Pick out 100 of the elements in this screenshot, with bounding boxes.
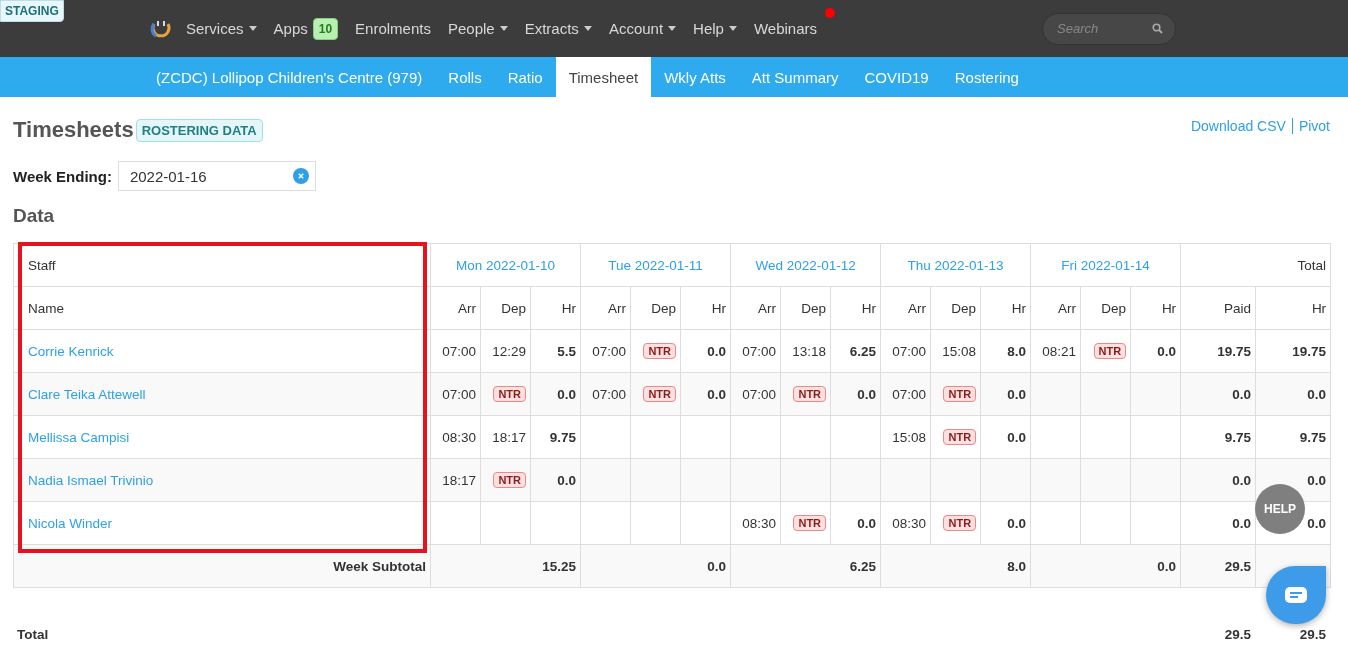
ntr-badge: NTR	[493, 472, 526, 488]
staff-name-link[interactable]: Corrie Kenrick	[28, 343, 114, 359]
ntr-badge: NTR	[1093, 343, 1127, 359]
nav-tab[interactable]: Ratio	[494, 57, 556, 97]
paid-total: 0.0	[1232, 472, 1252, 488]
nav-menu-item[interactable]: Help	[693, 20, 737, 37]
departure-time: 18:17	[492, 429, 526, 445]
column-header: Arr	[458, 300, 476, 316]
column-header: Arr	[908, 300, 927, 316]
field-label: Week Ending:	[13, 167, 112, 185]
nav-tab[interactable]: Att Summary	[738, 57, 852, 97]
subtotal-label: Week Subtotal	[333, 558, 426, 574]
subtotal-value: 0.0	[1157, 558, 1177, 574]
section-heading: Data	[13, 205, 56, 227]
subtotal-value: 6.25	[849, 558, 877, 574]
arrival-time: 07:00	[892, 386, 927, 402]
nav-tab[interactable]: Rostering	[941, 57, 1032, 97]
subtotal-value: 0.0	[707, 558, 727, 574]
hours-value: 5.5	[557, 343, 577, 359]
header-link[interactable]: Download CSV	[1190, 118, 1286, 134]
arrival-time: 08:30	[892, 515, 927, 531]
arrival-time: 08:30	[742, 515, 777, 531]
chat-button[interactable]	[1266, 566, 1326, 624]
nav-tab[interactable]: COVID19	[851, 57, 942, 97]
nav-menu-item[interactable]: People	[447, 20, 508, 37]
ntr-badge: NTR	[643, 386, 677, 402]
search-field[interactable]: Search	[1042, 12, 1177, 45]
paid-total: 19.75	[1217, 343, 1252, 359]
search-input[interactable]: Search	[1055, 20, 1153, 37]
clear-icon[interactable]	[292, 168, 309, 184]
paid-total: 0.0	[1232, 386, 1252, 402]
arrival-time: 07:00	[442, 343, 476, 359]
nav-tab[interactable]: (ZCDC) Lollipop Children's Centre (979)	[143, 57, 436, 97]
column-header: Hr	[561, 300, 577, 316]
hours-value: 0.0	[1007, 386, 1027, 402]
paid-total: 9.75	[1224, 429, 1252, 445]
page-title: Timesheets	[13, 117, 134, 143]
nav-tab[interactable]: Rolls	[435, 57, 495, 97]
departure-time: 13:18	[792, 343, 827, 359]
arrival-time: 08:21	[1042, 343, 1077, 359]
column-header: Arr	[608, 300, 627, 316]
hours-value: 0.0	[1007, 429, 1027, 445]
search-icon[interactable]	[1152, 23, 1164, 34]
column-header: Arr	[758, 300, 777, 316]
hours-value: 0.0	[707, 386, 727, 402]
arrival-time: 07:00	[742, 343, 777, 359]
column-header: Name	[28, 300, 64, 316]
total-label: Total	[17, 626, 49, 642]
count-badge: 10	[312, 17, 339, 40]
column-header: Total	[1297, 257, 1327, 273]
hours-value: 0.0	[707, 343, 727, 359]
header-link[interactable]: Pivot	[1298, 118, 1330, 134]
departure-time: 12:29	[492, 343, 526, 359]
nav-menu-item[interactable]: Account	[608, 20, 677, 37]
arrival-time: 07:00	[592, 343, 627, 359]
arrival-time: 08:30	[442, 429, 476, 445]
hours-value: 0.0	[557, 472, 577, 488]
nav-menu-item[interactable]: Services	[186, 20, 257, 37]
nav-menu-item[interactable]: Extracts	[524, 20, 592, 37]
rostering-tag: ROSTERING DATA	[135, 118, 263, 142]
ntr-badge: NTR	[943, 429, 977, 445]
nav-menu-item[interactable]: Apps 10	[273, 17, 339, 40]
paid-grand-total: 29.5	[1224, 626, 1252, 642]
hours-total: 19.75	[1292, 343, 1327, 359]
column-header: Hr	[1311, 300, 1327, 316]
hours-value: 6.25	[849, 343, 877, 359]
arrival-time: 15:08	[892, 429, 927, 445]
arrival-time: 18:17	[442, 472, 476, 488]
column-header: Dep	[951, 300, 977, 316]
hours-value: 0.0	[557, 386, 577, 402]
nav-tab[interactable]: Wkly Atts	[651, 57, 739, 97]
ntr-badge: NTR	[493, 386, 526, 402]
column-header: Hr	[1161, 300, 1177, 316]
nav-menu-item[interactable]: Enrolments	[355, 20, 431, 37]
column-header: Hr	[711, 300, 727, 316]
hours-value: 0.0	[1007, 515, 1027, 531]
chat-icon	[1285, 587, 1307, 603]
ntr-badge: NTR	[793, 386, 827, 402]
staff-name-link[interactable]: Clare Teika Attewell	[28, 386, 146, 402]
nav-menu-item[interactable]: Webinars	[753, 20, 818, 37]
ntr-badge: NTR	[643, 343, 677, 359]
column-header: Arr	[1058, 300, 1077, 316]
hours-value: 0.0	[857, 515, 877, 531]
date-field[interactable]: 2022-01-16	[117, 161, 316, 191]
column-header: Hr	[1011, 300, 1027, 316]
staff-name-link[interactable]: Nadia Ismael Trivinio	[28, 472, 154, 488]
column-header: Staff	[28, 257, 56, 273]
hours-total: 0.0	[1307, 472, 1327, 488]
hours-value: 0.0	[857, 386, 877, 402]
column-header: Dep	[1101, 300, 1127, 316]
staging-badge: STAGING	[0, 0, 64, 22]
staff-name-link[interactable]: Nicola Winder	[28, 515, 113, 531]
hours-grand-total: 29.5	[1299, 626, 1327, 642]
ntr-badge: NTR	[943, 515, 977, 531]
staff-name-link[interactable]: Mellissa Campisi	[28, 429, 130, 445]
hours-value: 8.0	[1007, 343, 1027, 359]
arrival-time: 07:00	[442, 386, 476, 402]
hours-total: 0.0	[1307, 386, 1327, 402]
nav-tab[interactable]: Timesheet	[555, 57, 652, 97]
ntr-badge: NTR	[943, 386, 977, 402]
